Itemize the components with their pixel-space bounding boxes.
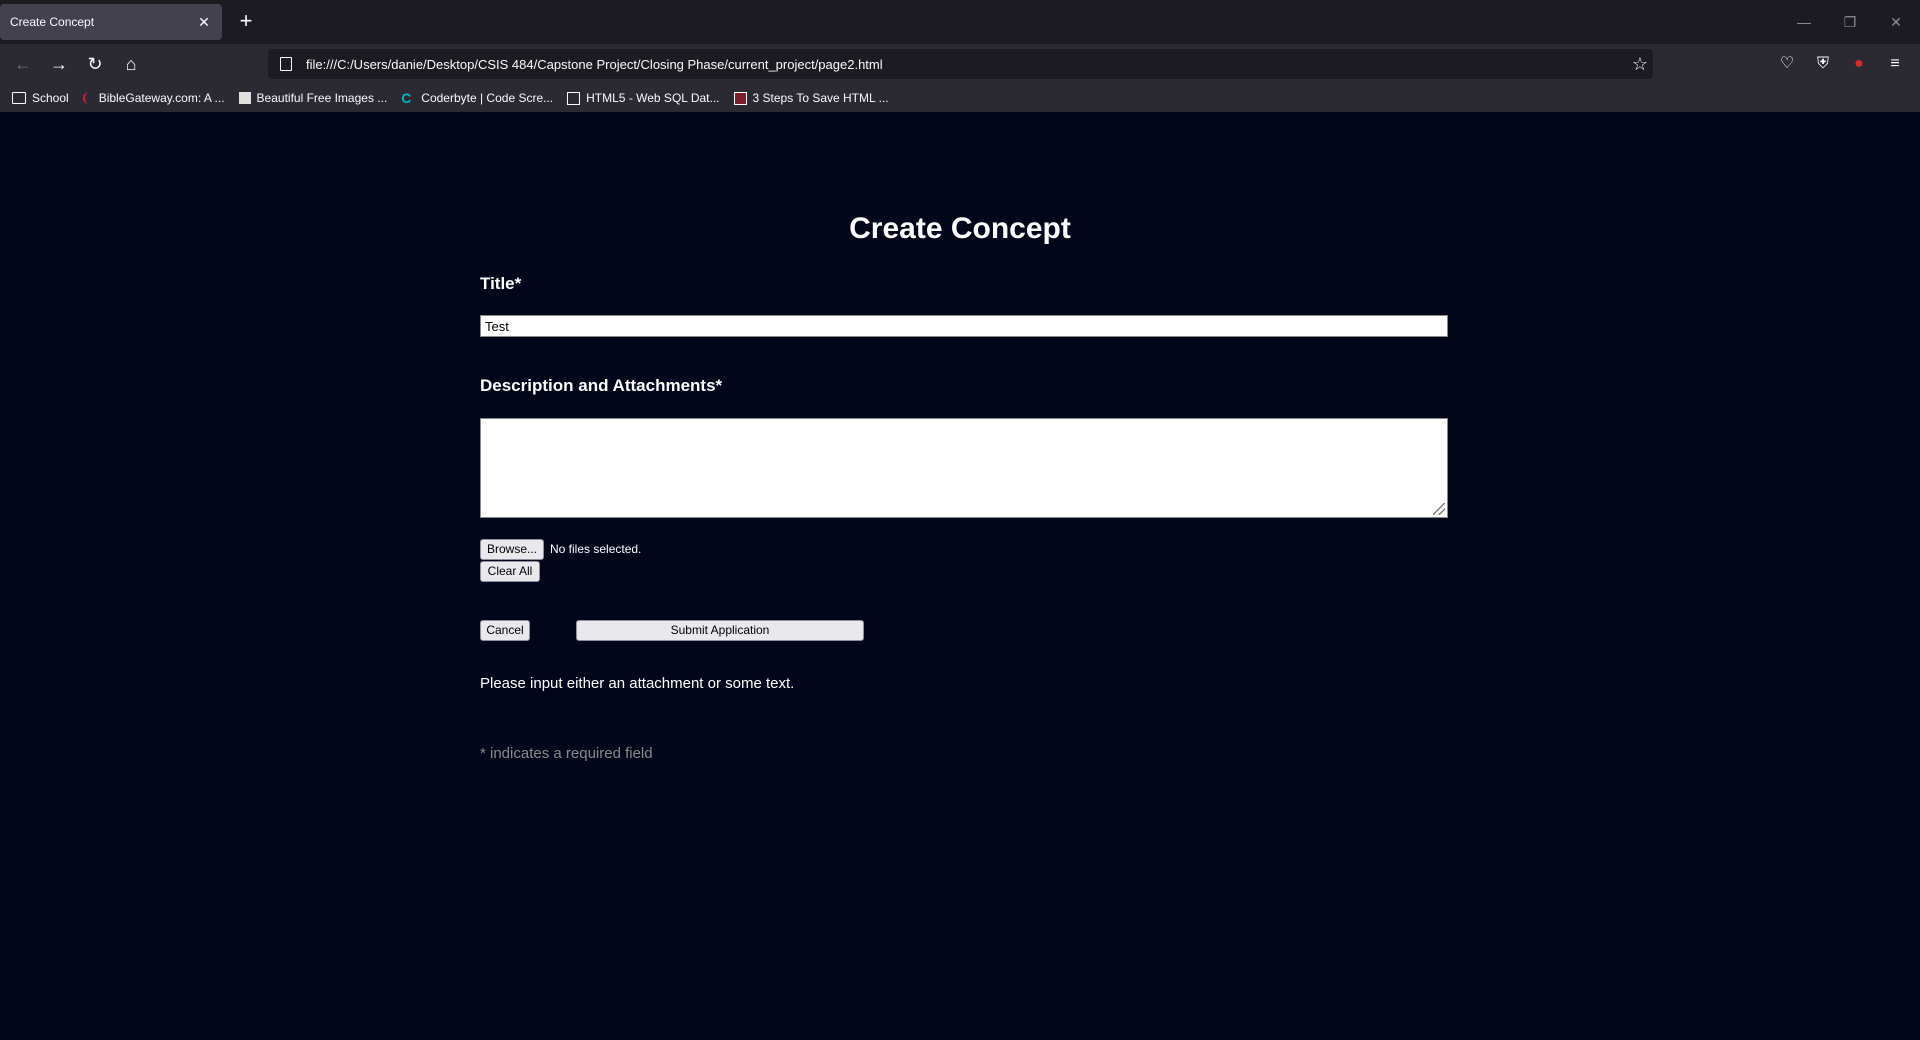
page-title: Create Concept — [849, 212, 1071, 245]
bookmark-label: Beautiful Free Images ... — [256, 91, 388, 105]
validation-message: Please input either an attachment or som… — [480, 675, 795, 692]
back-arrow-icon[interactable]: ← — [10, 51, 36, 77]
biblegateway-favicon-icon — [82, 92, 93, 104]
description-label: Description and Attachments* — [480, 376, 723, 395]
bookmark-school[interactable]: School — [12, 91, 69, 105]
pocket-icon[interactable]: ♡ — [1776, 53, 1798, 75]
address-bar[interactable]: file:///C:/Users/danie/Desktop/CSIS 484/… — [268, 49, 1653, 79]
submit-application-button[interactable]: Submit Application — [576, 620, 864, 641]
bookmark-label: Coderbyte | Code Scre... — [421, 91, 554, 105]
home-icon[interactable]: ⌂ — [118, 51, 144, 77]
bookmark-web-sql[interactable]: HTML5 - Web SQL Dat... — [567, 91, 720, 105]
tab-bar: Create Concept ✕ + — ❐ ✕ — [0, 0, 1920, 44]
required-field-note: * indicates a required field — [480, 745, 653, 762]
forward-arrow-icon[interactable]: → — [46, 51, 72, 77]
bookmark-coderbyte[interactable]: C Coderbyte | Code Scre... — [401, 91, 553, 105]
bookmark-save-html[interactable]: 3 Steps To Save HTML ... — [733, 91, 889, 105]
tab-close-icon[interactable]: ✕ — [196, 14, 212, 31]
unsplash-favicon-icon — [238, 92, 251, 104]
description-textarea[interactable] — [480, 418, 1448, 518]
restore-icon[interactable]: ❐ — [1838, 10, 1862, 34]
bookmark-star-icon[interactable]: ☆ — [1627, 54, 1653, 75]
box-favicon-icon — [733, 91, 747, 105]
menu-icon[interactable]: ≡ — [1884, 53, 1906, 75]
new-tab-button[interactable]: + — [234, 10, 258, 34]
window-close-icon[interactable]: ✕ — [1884, 10, 1908, 34]
bookmark-label: HTML5 - Web SQL Dat... — [586, 91, 720, 105]
shield-extension-icon[interactable]: ⛨ — [1812, 53, 1834, 75]
coderbyte-favicon-icon: C — [401, 90, 412, 106]
title-input[interactable] — [480, 315, 1448, 337]
resize-grip-icon[interactable] — [1433, 503, 1445, 515]
page-icon — [280, 57, 292, 71]
title-label: Title* — [480, 274, 522, 293]
browse-button[interactable]: Browse... — [480, 539, 544, 560]
url-text[interactable]: file:///C:/Users/danie/Desktop/CSIS 484/… — [306, 57, 1627, 72]
folder-icon — [12, 92, 26, 104]
bookmark-biblegateway[interactable]: BibleGateway.com: A ... — [82, 91, 225, 105]
extension-icon[interactable]: ● — [1848, 53, 1870, 75]
browser-tab[interactable]: Create Concept ✕ — [0, 4, 222, 40]
navigation-bar: ← → ↻ ⌂ file:///C:/Users/danie/Desktop/C… — [0, 44, 1920, 84]
cancel-button[interactable]: Cancel — [480, 620, 530, 641]
bookmark-label: 3 Steps To Save HTML ... — [752, 91, 889, 105]
bookmarks-toolbar: School BibleGateway.com: A ... Beautiful… — [0, 84, 1920, 112]
file-status: No files selected. — [550, 542, 642, 556]
reload-icon[interactable]: ↻ — [82, 51, 108, 77]
bookmark-label: School — [32, 91, 69, 105]
minimize-icon[interactable]: — — [1792, 10, 1816, 34]
bookmark-label: BibleGateway.com: A ... — [98, 91, 225, 105]
tab-title: Create Concept — [10, 15, 95, 29]
bookmark-free-images[interactable]: Beautiful Free Images ... — [238, 91, 388, 105]
tutorialspoint-favicon-icon — [567, 91, 581, 105]
clear-all-button[interactable]: Clear All — [480, 561, 540, 582]
